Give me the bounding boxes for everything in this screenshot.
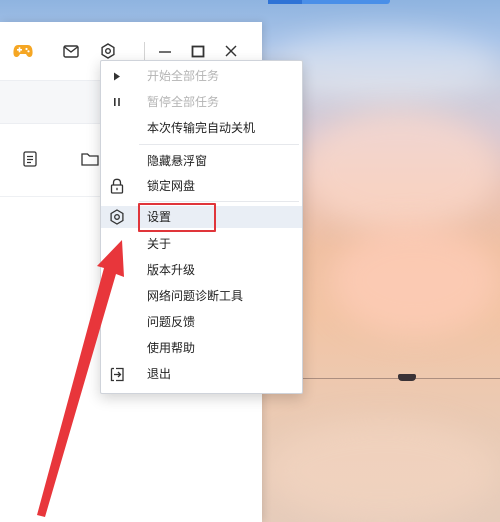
menu-item-label: 开始全部任务	[147, 69, 220, 83]
taskbar-tab[interactable]	[268, 0, 390, 4]
menu-item-start-all[interactable]: 开始全部任务	[101, 65, 302, 87]
menu-item-pause-all[interactable]: 暂停全部任务	[101, 91, 302, 113]
settings-icon	[108, 208, 126, 226]
menu-item-label: 隐藏悬浮窗	[147, 154, 208, 168]
menu-separator	[139, 144, 299, 145]
menu-item-label: 锁定网盘	[147, 179, 196, 193]
menu-item-about[interactable]: 关于	[101, 233, 302, 255]
wallpaper-boat	[398, 374, 416, 381]
menu-item-lock-drive[interactable]: 锁定网盘	[101, 175, 302, 197]
wallpaper-cloud	[300, 110, 500, 230]
menu-item-auto-shutdown[interactable]: 本次传输完自动关机	[101, 117, 302, 139]
menu-item-label: 关于	[147, 237, 172, 251]
title-bar-divider	[144, 42, 145, 60]
menu-item-label: 问题反馈	[147, 315, 196, 329]
menu-item-label: 退出	[147, 367, 172, 381]
document-icon[interactable]	[18, 147, 42, 171]
menu-item-help[interactable]: 使用帮助	[101, 337, 302, 359]
menu-item-label: 版本升级	[147, 263, 196, 277]
wallpaper-cloud	[330, 225, 500, 335]
menu-item-label: 本次传输完自动关机	[147, 121, 256, 135]
annotation-highlight-box	[138, 203, 216, 232]
play-icon	[108, 67, 126, 85]
game-controller-icon[interactable]	[11, 39, 35, 63]
menu-item-exit[interactable]: 退出	[101, 363, 302, 385]
wallpaper-cloud	[265, 420, 500, 522]
mail-icon[interactable]	[59, 39, 83, 63]
menu-item-network-diagnostics[interactable]: 网络问题诊断工具	[101, 285, 302, 307]
exit-icon	[108, 365, 126, 383]
folder-icon[interactable]	[78, 147, 102, 171]
menu-item-label: 暂停全部任务	[147, 95, 220, 109]
menu-item-label: 网络问题诊断工具	[147, 289, 244, 303]
lock-icon	[108, 177, 126, 195]
menu-item-upgrade[interactable]: 版本升级	[101, 259, 302, 281]
menu-separator	[139, 201, 299, 202]
wallpaper-cloud	[270, 30, 500, 100]
menu-item-hide-floating-window[interactable]: 隐藏悬浮窗	[101, 150, 302, 172]
menu-item-feedback[interactable]: 问题反馈	[101, 311, 302, 333]
menu-item-label: 使用帮助	[147, 341, 196, 355]
pause-icon	[108, 93, 126, 111]
